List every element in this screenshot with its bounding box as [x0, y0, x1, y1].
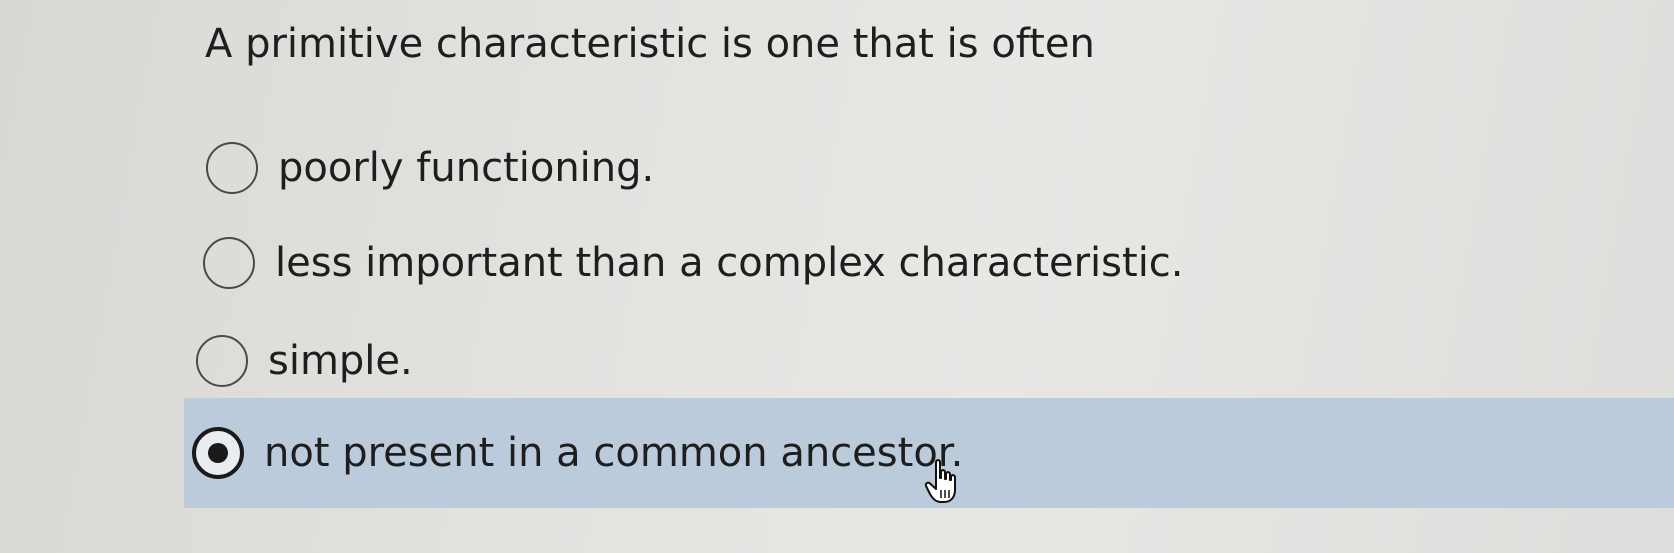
answer-options: poorly functioning. less important than …: [0, 0, 1674, 553]
hand-pointer-icon: [924, 459, 956, 503]
option-simple[interactable]: simple.: [196, 335, 413, 387]
option-label: less important than a complex characteri…: [275, 240, 1184, 286]
radio-button-unselected[interactable]: [206, 142, 258, 194]
radio-button-unselected[interactable]: [203, 237, 255, 289]
option-label: not present in a common ancestor.: [264, 430, 964, 476]
option-label: poorly functioning.: [278, 145, 655, 191]
option-label: simple.: [268, 338, 413, 384]
radio-selected-dot: [208, 443, 228, 463]
radio-button-unselected[interactable]: [196, 335, 248, 387]
option-poorly-functioning[interactable]: poorly functioning.: [206, 142, 654, 194]
option-less-important[interactable]: less important than a complex characteri…: [203, 237, 1184, 289]
radio-button-selected[interactable]: [192, 427, 244, 479]
